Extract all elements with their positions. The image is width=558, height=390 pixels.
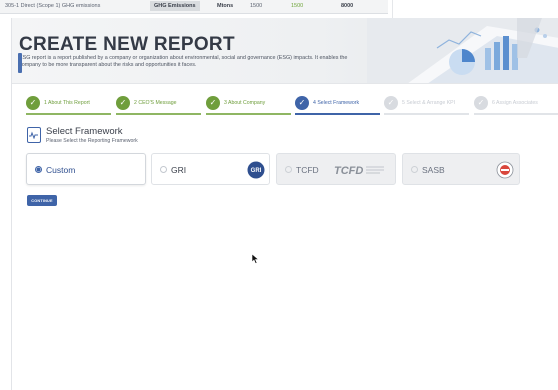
step-progress-bar: [26, 113, 111, 115]
step-progress-bar: [295, 113, 380, 115]
side-tab-indicator[interactable]: [18, 53, 22, 73]
radio-unselected[interactable]: [160, 166, 167, 173]
svg-text:TCFD: TCFD: [334, 165, 363, 177]
framework-option-tcfd[interactable]: TCFD TCFD: [276, 153, 396, 185]
background-value-a: 1500: [250, 3, 263, 9]
radio-disabled[interactable]: [285, 166, 292, 173]
step-assign-associates[interactable]: ✓ 6 Assign Associates: [474, 94, 558, 116]
radio-disabled[interactable]: [411, 166, 418, 173]
framework-option-custom[interactable]: Custom: [26, 153, 146, 185]
step-progress-bar: [474, 113, 558, 115]
step-select-framework[interactable]: ✓ 4 Select Framework: [295, 94, 380, 116]
background-panel: [392, 0, 558, 18]
framework-name: GRI: [171, 165, 187, 175]
framework-option-gri[interactable]: GRI GRI: [151, 153, 270, 185]
tcfd-logo-icon: TCFD: [334, 165, 384, 177]
background-value-c: 8000: [341, 3, 354, 9]
step-label: 5 Select & Arrange KPI: [402, 100, 456, 106]
page-title: CREATE NEW REPORT: [19, 34, 235, 55]
framework-name: TCFD: [296, 165, 319, 175]
mouse-cursor-icon: [252, 254, 260, 264]
check-icon: ✓: [384, 96, 398, 110]
background-category-badge: GHG Emissions: [150, 1, 200, 11]
report-document-icon: [27, 127, 41, 143]
check-icon: ✓: [295, 96, 309, 110]
background-row-label: 305-1 Direct (Scope 1) GHG emissions: [5, 3, 101, 9]
step-label: 1 About This Report: [44, 100, 90, 106]
check-icon: ✓: [474, 96, 488, 110]
framework-name: Custom: [46, 165, 76, 175]
framework-option-sasb[interactable]: SASB: [402, 153, 520, 185]
section-title: Select Framework: [46, 126, 123, 137]
step-about-this-report[interactable]: ✓ 1 About This Report: [26, 94, 111, 116]
gri-logo-icon: GRI: [247, 161, 265, 179]
step-label: 6 Assign Associates: [492, 100, 538, 106]
check-icon: ✓: [116, 96, 130, 110]
svg-text:GRI: GRI: [251, 168, 262, 174]
step-select-arrange-kpi[interactable]: ✓ 5 Select & Arrange KPI: [384, 94, 469, 116]
report-stepper: ✓ 1 About This Report ✓ 2 CEO'S Message …: [26, 94, 558, 116]
continue-button[interactable]: CONTINUE: [27, 195, 57, 206]
analytics-illustration-icon: [367, 18, 558, 83]
step-progress-bar: [384, 113, 469, 115]
check-icon: ✓: [26, 96, 40, 110]
sasb-logo-icon: [496, 161, 514, 179]
step-ceo-message[interactable]: ✓ 2 CEO'S Message: [116, 94, 201, 116]
step-about-company[interactable]: ✓ 3 About Company: [206, 94, 291, 116]
background-unit: Mtons: [217, 3, 234, 9]
background-table-row: 305-1 Direct (Scope 1) GHG emissions GHG…: [0, 0, 388, 14]
radio-selected[interactable]: [35, 166, 42, 173]
check-icon: ✓: [206, 96, 220, 110]
step-label: 3 About Company: [224, 100, 266, 106]
report-banner: CREATE NEW REPORT ESG report is a report…: [12, 18, 558, 84]
section-subtitle: Please Select the Reporting Framework: [46, 138, 138, 144]
step-label: 4 Select Framework: [313, 100, 360, 106]
create-report-modal: CREATE NEW REPORT ESG report is a report…: [11, 18, 558, 390]
step-progress-bar: [206, 113, 291, 115]
framework-name: SASB: [422, 165, 445, 175]
step-progress-bar: [116, 113, 201, 115]
step-label: 2 CEO'S Message: [134, 100, 177, 106]
banner-description: ESG report is a report published by a co…: [19, 55, 348, 68]
background-value-b: 1500: [291, 3, 304, 9]
